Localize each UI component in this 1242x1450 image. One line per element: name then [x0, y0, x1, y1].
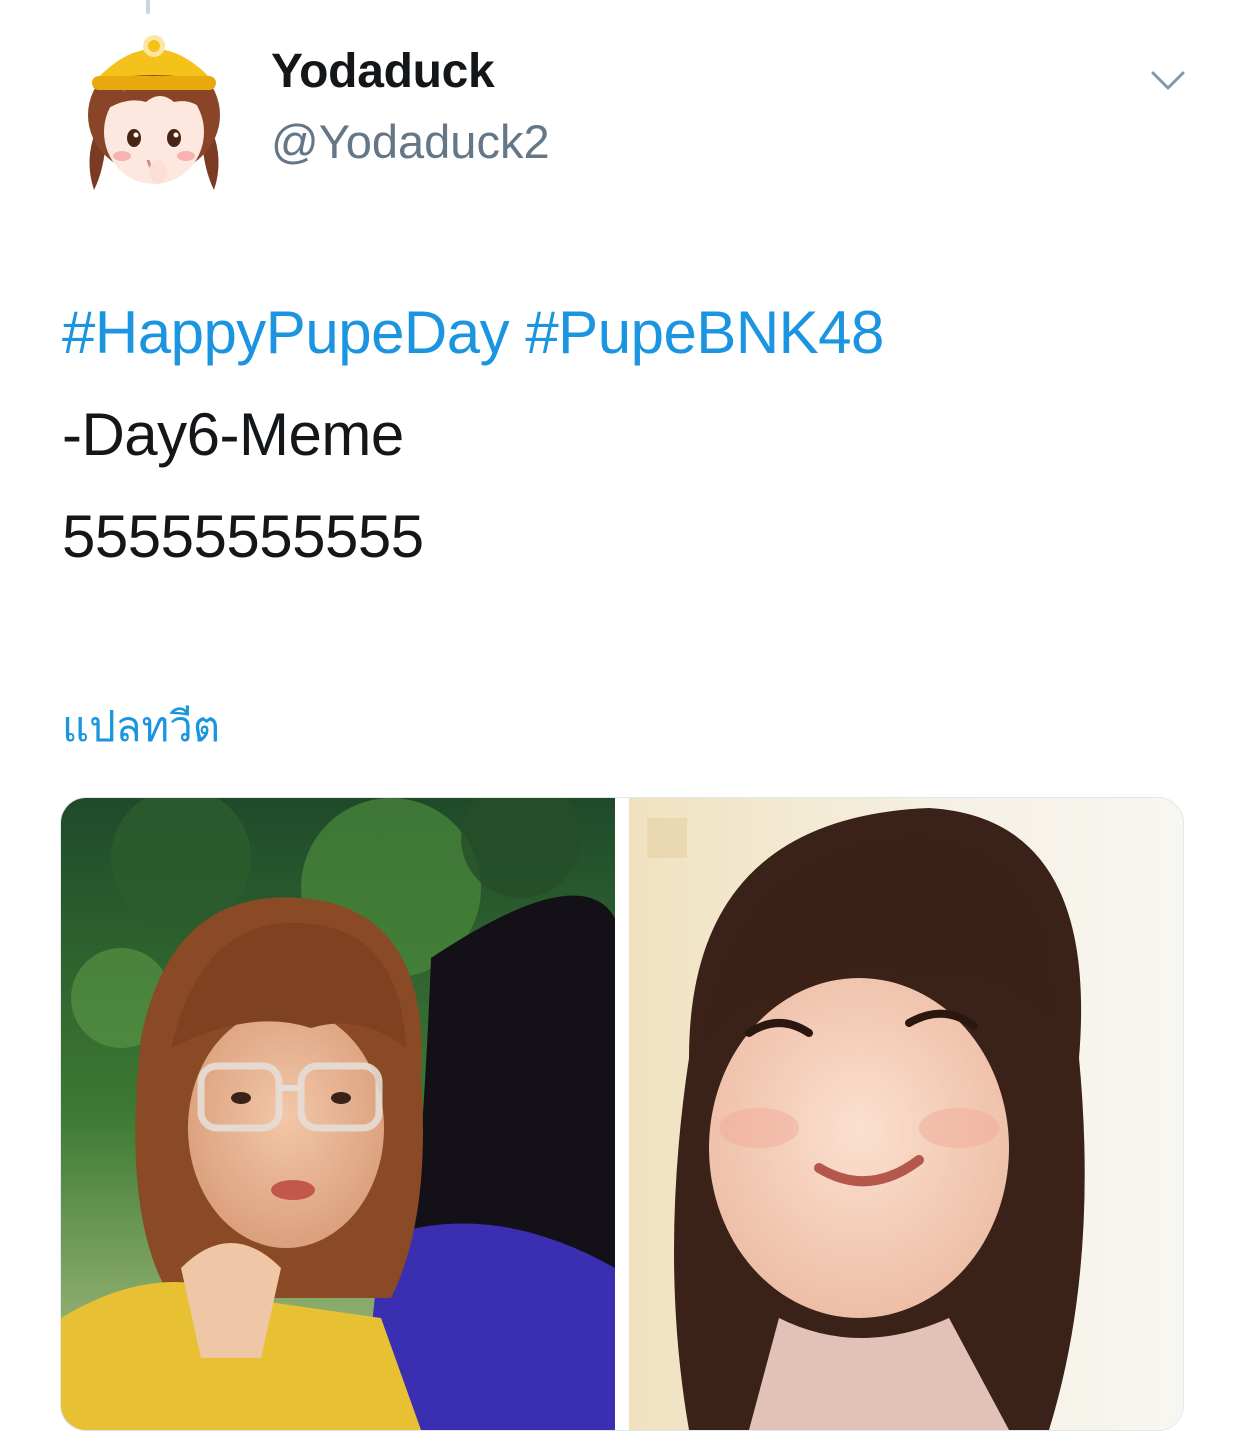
- tweet-text: #HappyPupeDay #PupeBNK48 -Day6-Meme 5555…: [62, 282, 1202, 588]
- photo-image: [629, 798, 1183, 1430]
- tweet-text-line: -Day6-Meme: [62, 401, 404, 468]
- media-grid: [60, 797, 1184, 1431]
- avatar[interactable]: [64, 20, 244, 200]
- hashtag-link[interactable]: #HappyPupeDay: [62, 299, 510, 366]
- author-display-name[interactable]: Yodaduck: [271, 44, 495, 99]
- more-options-button[interactable]: [1145, 58, 1191, 104]
- hashtag-line: #HappyPupeDay #PupeBNK48: [62, 282, 1202, 384]
- thread-connector-line: [146, 0, 150, 14]
- chevron-down-icon: [1151, 71, 1185, 90]
- author-handle[interactable]: @Yodaduck2: [271, 114, 550, 169]
- avatar-illustration: [88, 35, 220, 190]
- tweet-text-line: 55555555555: [62, 503, 424, 570]
- media-photo-1[interactable]: [61, 798, 615, 1430]
- hashtag-link[interactable]: #PupeBNK48: [525, 299, 884, 366]
- translate-tweet-link[interactable]: แปลทวีต: [62, 694, 220, 760]
- media-photo-2[interactable]: [629, 798, 1183, 1430]
- photo-image: [61, 798, 615, 1430]
